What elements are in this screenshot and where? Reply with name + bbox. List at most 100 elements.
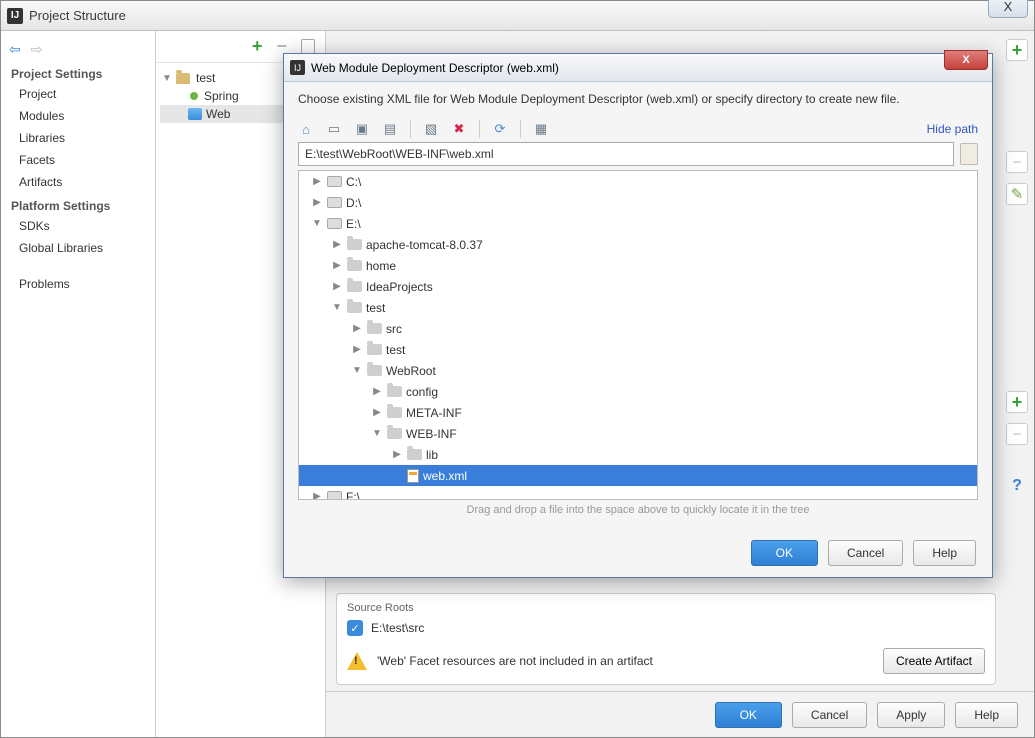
folder-lib[interactable]: lib — [426, 448, 438, 462]
folder-test2[interactable]: test — [386, 343, 405, 357]
folder-metainf[interactable]: META-INF — [406, 406, 462, 420]
apply-button[interactable]: Apply — [877, 702, 945, 728]
source-roots-header: Source Roots — [347, 602, 985, 614]
refresh-icon[interactable]: ⟳ — [492, 121, 508, 137]
modal-help-button[interactable]: Help — [913, 540, 976, 566]
window-close-button[interactable]: X — [988, 0, 1028, 18]
folder-test[interactable]: test — [366, 301, 385, 315]
nav-problems[interactable]: Problems — [1, 273, 155, 295]
folder-home[interactable]: home — [366, 259, 396, 273]
section-project-settings: Project Settings — [1, 61, 155, 83]
side-remove-icon[interactable]: − — [1006, 151, 1028, 173]
modal-title: Web Module Deployment Descriptor (web.xm… — [311, 61, 559, 75]
new-folder-icon[interactable]: ▧ — [423, 121, 439, 137]
facet-web[interactable]: Web — [206, 107, 230, 121]
dialog-button-row: OK Cancel Apply Help — [326, 691, 1034, 737]
drive-icon — [327, 176, 342, 187]
chevron-right-icon[interactable]: ▶ — [331, 239, 343, 250]
nav-modules[interactable]: Modules — [1, 105, 155, 127]
nav-project[interactable]: Project — [1, 83, 155, 105]
nav-sdks[interactable]: SDKs — [1, 215, 155, 237]
file-tree[interactable]: ▶ C:\ ▶ D:\ ▼ E:\ ▶ apache-tomcat-8.0.37 ▶ ho… — [298, 170, 978, 500]
show-hidden-icon[interactable]: ▦ — [533, 121, 549, 137]
chevron-down-icon[interactable]: ▼ — [331, 302, 343, 313]
side-add-icon[interactable]: + — [1006, 39, 1028, 61]
modal-app-icon: IJ — [290, 60, 305, 75]
create-artifact-button[interactable]: Create Artifact — [883, 648, 985, 674]
xml-file-icon — [407, 469, 419, 483]
add-icon[interactable]: + — [252, 36, 263, 57]
chevron-right-icon[interactable]: ▶ — [371, 386, 383, 397]
nav-back-icon[interactable]: ⇦ — [9, 41, 21, 58]
hide-path-link[interactable]: Hide path — [927, 122, 978, 136]
chevron-right-icon[interactable]: ▶ — [371, 407, 383, 418]
nav-global-libraries[interactable]: Global Libraries — [1, 237, 155, 259]
chevron-right-icon[interactable]: ▶ — [331, 281, 343, 292]
side-remove2-icon[interactable]: − — [1006, 423, 1028, 445]
folder-src[interactable]: src — [386, 322, 402, 336]
warning-icon — [347, 652, 367, 670]
folder-webinf[interactable]: WEB-INF — [406, 427, 457, 441]
folder-webroot[interactable]: WebRoot — [386, 364, 436, 378]
source-roots-panel: Source Roots ✓ E:\test\src 'Web' Facet r… — [336, 593, 996, 685]
module-test[interactable]: test — [196, 71, 215, 85]
module-icon — [176, 73, 190, 84]
drive-d[interactable]: D:\ — [346, 196, 361, 210]
desktop-icon[interactable]: ▭ — [326, 121, 342, 137]
folder-ideaprojects[interactable]: IdeaProjects — [366, 280, 433, 294]
side-add2-icon[interactable]: + — [1006, 391, 1028, 413]
spring-icon — [188, 90, 200, 102]
drive-f[interactable]: F:\ — [346, 490, 360, 501]
folder-icon — [367, 323, 382, 334]
window-title: Project Structure — [29, 8, 126, 23]
folder-icon — [347, 239, 362, 250]
drive-c[interactable]: C:\ — [346, 175, 361, 189]
nav-forward-icon: ⇨ — [31, 41, 43, 58]
module-path-icon[interactable]: ▤ — [382, 121, 398, 137]
drive-e[interactable]: E:\ — [346, 217, 361, 231]
folder-apache[interactable]: apache-tomcat-8.0.37 — [366, 238, 483, 252]
modal-ok-button[interactable]: OK — [751, 540, 818, 566]
history-icon[interactable] — [960, 143, 978, 165]
chevron-down-icon[interactable]: ▼ — [351, 365, 363, 376]
folder-icon — [387, 428, 402, 439]
source-root-path: E:\test\src — [371, 621, 424, 635]
side-edit-icon[interactable]: ✎ — [1006, 183, 1028, 205]
nav-facets[interactable]: Facets — [1, 149, 155, 171]
chevron-right-icon[interactable]: ▶ — [311, 176, 323, 187]
titlebar: IJ Project Structure X — [1, 1, 1034, 31]
nav-libraries[interactable]: Libraries — [1, 127, 155, 149]
file-webxml[interactable]: web.xml — [423, 469, 467, 483]
file-chooser-dialog: IJ Web Module Deployment Descriptor (web… — [283, 53, 993, 578]
source-root-checkbox[interactable]: ✓ — [347, 620, 363, 636]
drive-icon — [327, 197, 342, 208]
chevron-down-icon[interactable]: ▼ — [162, 73, 172, 84]
folder-icon — [347, 281, 362, 292]
folder-config[interactable]: config — [406, 385, 438, 399]
chevron-right-icon[interactable]: ▶ — [351, 344, 363, 355]
chevron-right-icon[interactable]: ▶ — [311, 197, 323, 208]
folder-icon — [407, 449, 422, 460]
warning-text: 'Web' Facet resources are not included i… — [377, 654, 653, 668]
home-icon[interactable]: ⌂ — [298, 121, 314, 137]
path-input[interactable] — [298, 142, 954, 166]
modal-titlebar: IJ Web Module Deployment Descriptor (web… — [284, 54, 992, 82]
folder-icon — [347, 260, 362, 271]
help-button[interactable]: Help — [955, 702, 1018, 728]
chevron-down-icon[interactable]: ▼ — [371, 428, 383, 439]
modal-cancel-button[interactable]: Cancel — [828, 540, 903, 566]
modal-close-button[interactable]: X — [944, 50, 988, 70]
chevron-right-icon[interactable]: ▶ — [331, 260, 343, 271]
ok-button[interactable]: OK — [715, 702, 782, 728]
chevron-right-icon[interactable]: ▶ — [351, 323, 363, 334]
project-icon[interactable]: ▣ — [354, 121, 370, 137]
chevron-down-icon[interactable]: ▼ — [311, 218, 323, 229]
side-help-icon[interactable]: ? — [1006, 475, 1028, 497]
delete-icon[interactable]: ✖ — [451, 121, 467, 137]
facet-spring[interactable]: Spring — [204, 89, 239, 103]
cancel-button[interactable]: Cancel — [792, 702, 867, 728]
chevron-right-icon[interactable]: ▶ — [391, 449, 403, 460]
chevron-right-icon[interactable]: ▶ — [311, 491, 323, 500]
nav-artifacts[interactable]: Artifacts — [1, 171, 155, 193]
app-icon: IJ — [7, 8, 23, 24]
